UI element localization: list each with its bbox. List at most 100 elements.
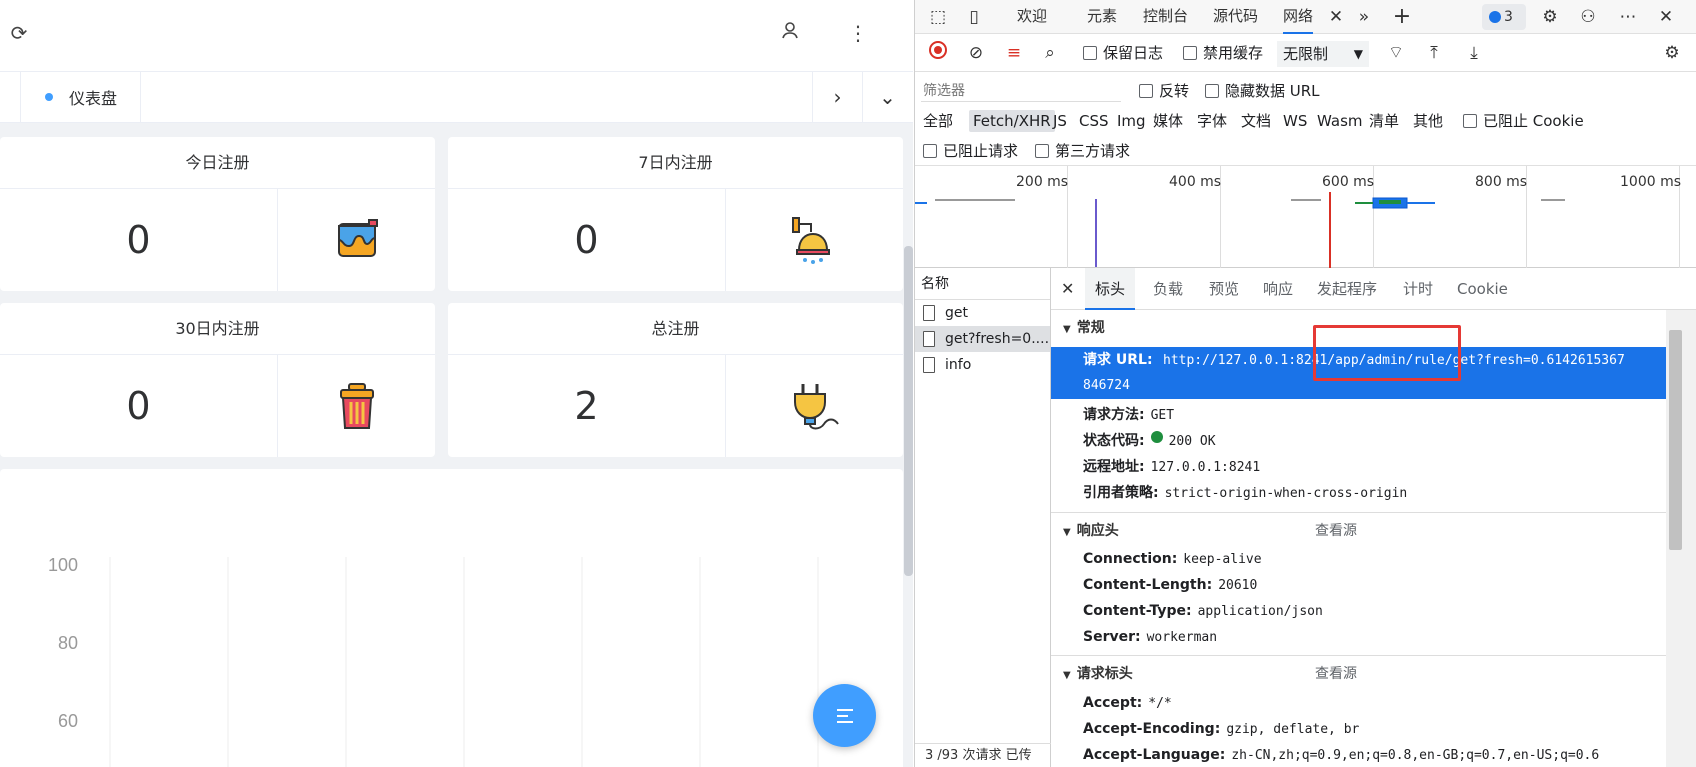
stat-card-value: 0 xyxy=(0,189,278,291)
filter-type-all[interactable]: 全部 xyxy=(923,110,953,132)
detail-tab-timing[interactable]: 计时 xyxy=(1403,268,1433,310)
disable-cache-checkbox[interactable]: 禁用缓存 xyxy=(1183,40,1263,66)
tab-sources[interactable]: 源代码 xyxy=(1213,0,1258,34)
request-name: get xyxy=(945,305,968,321)
filter-type-css[interactable]: CSS xyxy=(1079,110,1109,132)
filter-type-js[interactable]: JS xyxy=(1053,110,1067,132)
menu-fab-button[interactable] xyxy=(813,684,876,747)
clear-icon[interactable]: ⊘ xyxy=(963,40,989,66)
stat-card-title: 7日内注册 xyxy=(448,137,903,189)
y-tick-label: 100 xyxy=(48,555,78,575)
app-header: ⟳ ⋮ xyxy=(0,0,913,72)
detail-tab-payload[interactable]: 负载 xyxy=(1153,268,1183,310)
header-row: Accept: */* xyxy=(1051,690,1666,717)
more-vertical-icon[interactable]: ⋮ xyxy=(845,20,871,46)
user-icon[interactable] xyxy=(777,20,803,46)
paint-bucket-icon xyxy=(278,189,435,291)
network-conditions-icon[interactable]: ⌔ xyxy=(1383,40,1409,66)
tab-welcome[interactable]: 欢迎 xyxy=(1017,0,1047,34)
filter-type-doc[interactable]: 文档 xyxy=(1241,110,1271,132)
tab-bar: 仪表盘 › ⌄ xyxy=(0,72,913,123)
invert-label: 反转 xyxy=(1159,82,1190,100)
request-row[interactable]: info xyxy=(915,352,1050,378)
filter-type-media[interactable]: 媒体 xyxy=(1153,110,1183,132)
filter-type-ws[interactable]: WS xyxy=(1283,110,1307,132)
filter-type-img[interactable]: Img xyxy=(1117,110,1146,132)
ceiling-lamp-icon xyxy=(726,189,903,291)
preserve-log-checkbox[interactable]: 保留日志 xyxy=(1083,40,1163,66)
stat-card-title: 今日注册 xyxy=(0,137,435,189)
close-tab-icon[interactable]: ✕ xyxy=(1323,4,1349,30)
kv-value: 20610 xyxy=(1218,578,1258,593)
inspect-element-icon[interactable]: ⬚ xyxy=(925,4,951,30)
filter-type-wasm[interactable]: Wasm xyxy=(1317,110,1363,132)
tab-dashboard[interactable]: 仪表盘 xyxy=(20,72,141,122)
hide-data-urls-label: 隐藏数据 URL xyxy=(1225,82,1320,100)
hide-data-urls-checkbox[interactable]: 隐藏数据 URL xyxy=(1205,80,1320,102)
filter-type-font[interactable]: 字体 xyxy=(1197,110,1227,132)
kv-value: */* xyxy=(1148,696,1172,711)
detail-tab-preview[interactable]: 预览 xyxy=(1209,268,1239,310)
tab-elements[interactable]: 元素 xyxy=(1087,0,1117,34)
third-party-checkbox[interactable]: 第三方请求 xyxy=(1035,140,1130,162)
menu-icon xyxy=(836,708,853,723)
tab-next-button[interactable]: › xyxy=(812,72,862,122)
refresh-icon[interactable]: ⟳ xyxy=(6,20,32,46)
blocked-requests-label: 已阻止请求 xyxy=(943,142,1019,160)
filter-icon[interactable]: ≡ xyxy=(1001,40,1027,66)
view-source-link[interactable]: 查看源 xyxy=(1315,659,1357,689)
request-row[interactable]: get xyxy=(915,300,1050,326)
network-overview-timeline[interactable]: 200 ms 400 ms 600 ms 800 ms 1000 ms xyxy=(915,166,1696,268)
kv-key: 远程地址: xyxy=(1083,459,1145,475)
request-url-value-cont: 846724 xyxy=(1083,378,1130,393)
scrollbar-thumb[interactable] xyxy=(1669,330,1682,550)
request-method-row: 请求方法: GET xyxy=(1051,402,1666,429)
close-devtools-icon[interactable]: ✕ xyxy=(1653,4,1679,30)
blocked-requests-checkbox[interactable]: 已阻止请求 xyxy=(923,140,1018,162)
detail-scrollbar[interactable] xyxy=(1666,310,1696,767)
request-headers-section-header[interactable]: ▼ 请求标头 查看源 xyxy=(1051,659,1666,689)
stat-card-today: 今日注册 0 xyxy=(0,137,435,291)
kv-value: strict-origin-when-cross-origin xyxy=(1164,486,1408,501)
devtools-panel: ⬚ ▯ 欢迎 元素 控制台 源代码 网络 ✕ » + 3 ⚙ ⚇ ⋯ ✕ ⊘ ≡… xyxy=(914,0,1696,767)
issues-badge[interactable]: 3 xyxy=(1482,4,1526,30)
kv-key: Accept-Language: xyxy=(1083,747,1226,763)
close-detail-icon[interactable]: ✕ xyxy=(1061,268,1074,310)
response-headers-section-header[interactable]: ▼ 响应头 查看源 xyxy=(1051,516,1666,546)
detail-tab-response[interactable]: 响应 xyxy=(1263,268,1293,310)
import-har-icon[interactable]: ⤒ xyxy=(1421,40,1447,66)
view-source-link[interactable]: 查看源 xyxy=(1315,516,1357,546)
detail-tab-headers[interactable]: 标头 xyxy=(1085,268,1136,310)
more-tabs-icon[interactable]: » xyxy=(1351,4,1377,30)
device-toolbar-icon[interactable]: ▯ xyxy=(961,4,987,30)
app-scrollbar[interactable] xyxy=(904,246,913,576)
search-icon[interactable]: ⌕ xyxy=(1037,40,1063,66)
preserve-log-label: 保留日志 xyxy=(1103,44,1164,62)
filter-input[interactable] xyxy=(921,80,1121,102)
add-tab-icon[interactable]: + xyxy=(1389,4,1415,30)
referrer-policy-row: 引用者策略: strict-origin-when-cross-origin xyxy=(1051,480,1666,507)
kv-key: 引用者策略: xyxy=(1083,485,1159,501)
customize-icon[interactable]: ⚇ xyxy=(1575,4,1601,30)
more-horizontal-icon[interactable]: ⋯ xyxy=(1615,4,1641,30)
tab-dashboard-label: 仪表盘 xyxy=(69,89,118,108)
filter-type-manifest[interactable]: 清单 xyxy=(1369,110,1399,132)
tab-dropdown-button[interactable]: ⌄ xyxy=(862,72,912,122)
invert-checkbox[interactable]: 反转 xyxy=(1139,80,1189,102)
record-icon[interactable] xyxy=(925,40,951,66)
throttle-select[interactable]: 无限制 xyxy=(1277,41,1369,67)
filter-type-other[interactable]: 其他 xyxy=(1413,110,1443,132)
detail-tab-cookies[interactable]: Cookie xyxy=(1457,268,1508,310)
request-list-header[interactable]: 名称 xyxy=(915,268,1050,300)
settings-gear-icon[interactable]: ⚙ xyxy=(1537,4,1563,30)
export-har-icon[interactable]: ⤓ xyxy=(1461,40,1487,66)
blocked-cookies-checkbox[interactable]: 已阻止 Cookie xyxy=(1463,110,1584,132)
detail-tab-initiator[interactable]: 发起程序 xyxy=(1317,268,1377,310)
request-row-selected[interactable]: get?fresh=0.... xyxy=(915,326,1050,352)
chart-svg: 100 80 60 xyxy=(48,555,819,767)
tab-console[interactable]: 控制台 xyxy=(1143,0,1188,34)
filter-type-fetch-xhr[interactable]: Fetch/XHR xyxy=(969,110,1055,132)
network-settings-icon[interactable]: ⚙ xyxy=(1659,40,1685,66)
timeline-bars xyxy=(915,192,1565,268)
tab-network[interactable]: 网络 xyxy=(1283,0,1314,34)
